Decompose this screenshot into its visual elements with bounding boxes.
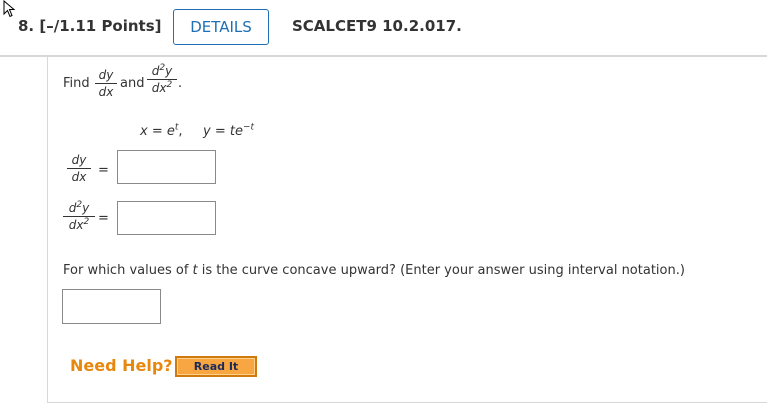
- period: .: [178, 76, 183, 91]
- concave-question-text: For which values of t is the curve conca…: [63, 263, 685, 278]
- need-help-label: Need Help?: [70, 356, 173, 375]
- read-it-button[interactable]: Read It: [175, 356, 257, 377]
- concave-interval-input[interactable]: [62, 289, 161, 324]
- equation-x: x = et,: [140, 122, 183, 139]
- question-number-points: 8. [–/1.11 Points]: [18, 17, 162, 35]
- question-header: 8. [–/1.11 Points] DETAILS SCALCET9 10.2…: [0, 0, 767, 55]
- equals-sign: =: [98, 211, 109, 226]
- question-reference: SCALCET9 10.2.017.: [292, 17, 462, 35]
- find-label: Find: [63, 76, 90, 91]
- equals-sign: =: [98, 163, 109, 178]
- d2ydx2-answer-label: d2y dx2: [63, 201, 95, 232]
- and-label: and: [120, 76, 145, 91]
- dydx-fraction: dy dx: [95, 68, 117, 99]
- d2ydx2-answer-input[interactable]: [117, 201, 216, 235]
- d2ydx2-fraction: d2y dx2: [147, 64, 177, 95]
- details-button[interactable]: DETAILS: [173, 9, 269, 45]
- equation-y: y = te−t: [203, 122, 255, 139]
- dydx-answer-input[interactable]: [117, 150, 216, 184]
- dydx-answer-label: dy dx: [67, 153, 91, 184]
